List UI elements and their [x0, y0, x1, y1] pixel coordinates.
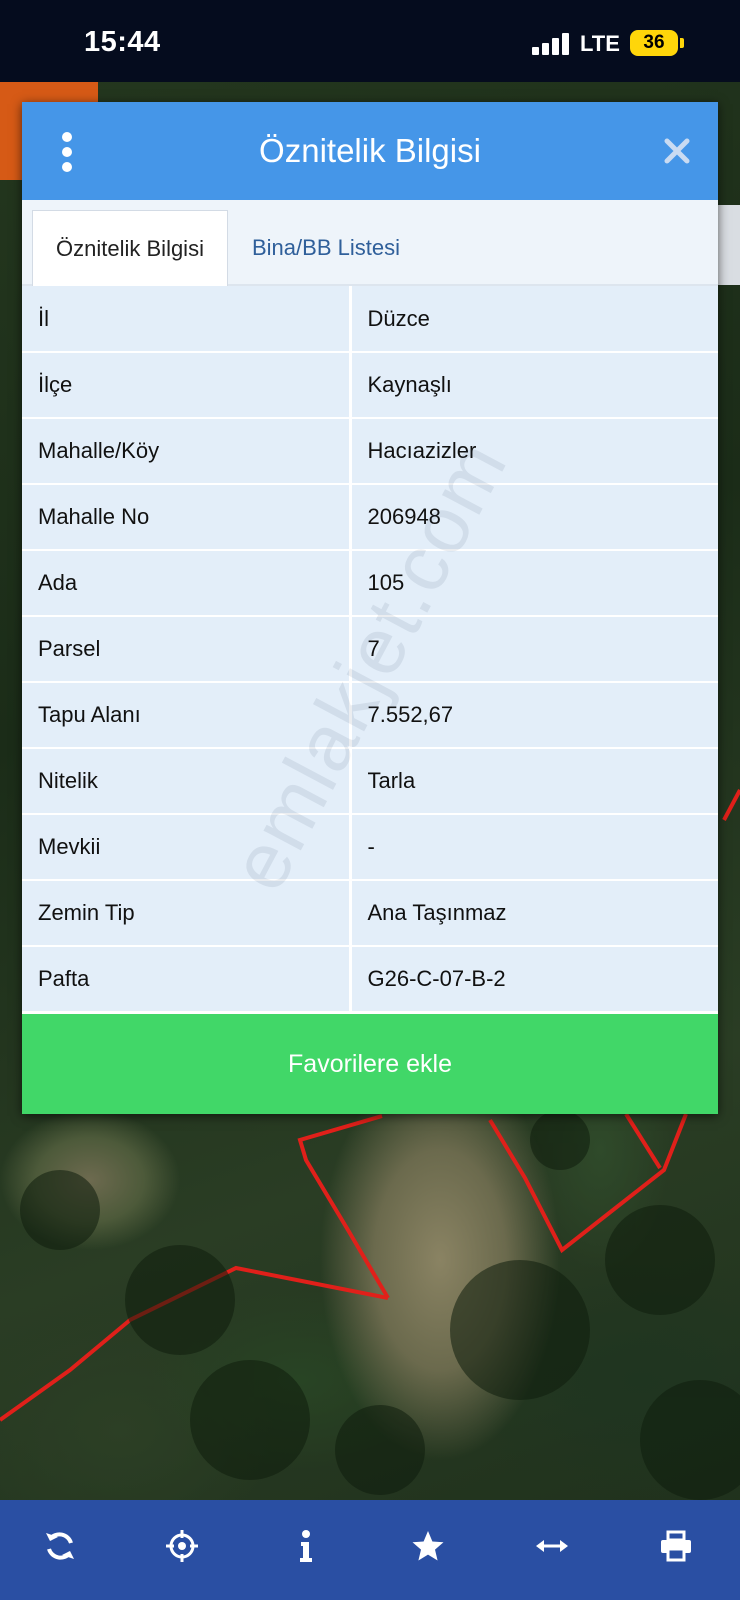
attribute-value: Düzce [350, 286, 718, 353]
status-time: 15:44 [84, 26, 161, 58]
dialog-header: Öznitelik Bilgisi [22, 102, 718, 200]
locate-icon[interactable] [160, 1524, 204, 1568]
map-side-control [716, 205, 740, 285]
more-options-icon[interactable] [60, 132, 74, 172]
dialog-tabs: Öznitelik Bilgisi Bina/BB Listesi [22, 200, 718, 286]
battery-icon: 36 [630, 30, 678, 56]
dialog-title: Öznitelik Bilgisi [259, 132, 481, 169]
attribute-key: Mahalle/Köy [22, 418, 352, 485]
attribute-key: Parsel [22, 616, 352, 683]
attribute-value: Tarla [350, 748, 718, 815]
attribute-value: Kaynaşlı [350, 352, 718, 419]
attribute-key: Mahalle No [22, 484, 352, 551]
add-to-favorites-button[interactable]: Favorilere ekle [22, 1014, 718, 1114]
table-row: İlçe Kaynaşlı [22, 352, 718, 419]
attribute-key: Pafta [22, 946, 352, 1013]
table-row: Mevkii - [22, 814, 718, 881]
attribute-value: - [350, 814, 718, 881]
star-icon[interactable] [406, 1524, 450, 1568]
attribute-key: Ada [22, 550, 352, 617]
refresh-icon[interactable] [38, 1524, 82, 1568]
tab-attribute-info[interactable]: Öznitelik Bilgisi [32, 210, 228, 286]
table-row: Mahalle No 206948 [22, 484, 718, 551]
bottom-toolbar [0, 1500, 740, 1600]
battery-tip [680, 38, 684, 48]
tab-building-list[interactable]: Bina/BB Listesi [234, 210, 418, 286]
measure-icon[interactable] [530, 1524, 574, 1568]
table-row: İl Düzce [22, 286, 718, 353]
attribute-value: Ana Taşınmaz [350, 880, 718, 947]
network-type: LTE [580, 31, 620, 56]
signal-icon [532, 33, 572, 55]
attribute-value: Hacıazizler [350, 418, 718, 485]
status-bar: 15:44 LTE 36 [0, 0, 740, 82]
attribute-value: G26-C-07-B-2 [350, 946, 718, 1013]
attribute-dialog: Öznitelik Bilgisi Öznitelik Bilgisi Bina… [22, 102, 718, 1114]
table-row: Mahalle/Köy Hacıazizler [22, 418, 718, 485]
attribute-key: İl [22, 286, 352, 353]
table-row: Zemin Tip Ana Taşınmaz [22, 880, 718, 947]
close-icon[interactable] [662, 136, 692, 166]
attribute-key: İlçe [22, 352, 352, 419]
info-icon[interactable] [284, 1524, 328, 1568]
print-icon[interactable] [654, 1524, 698, 1568]
table-row: Pafta G26-C-07-B-2 [22, 946, 718, 1013]
